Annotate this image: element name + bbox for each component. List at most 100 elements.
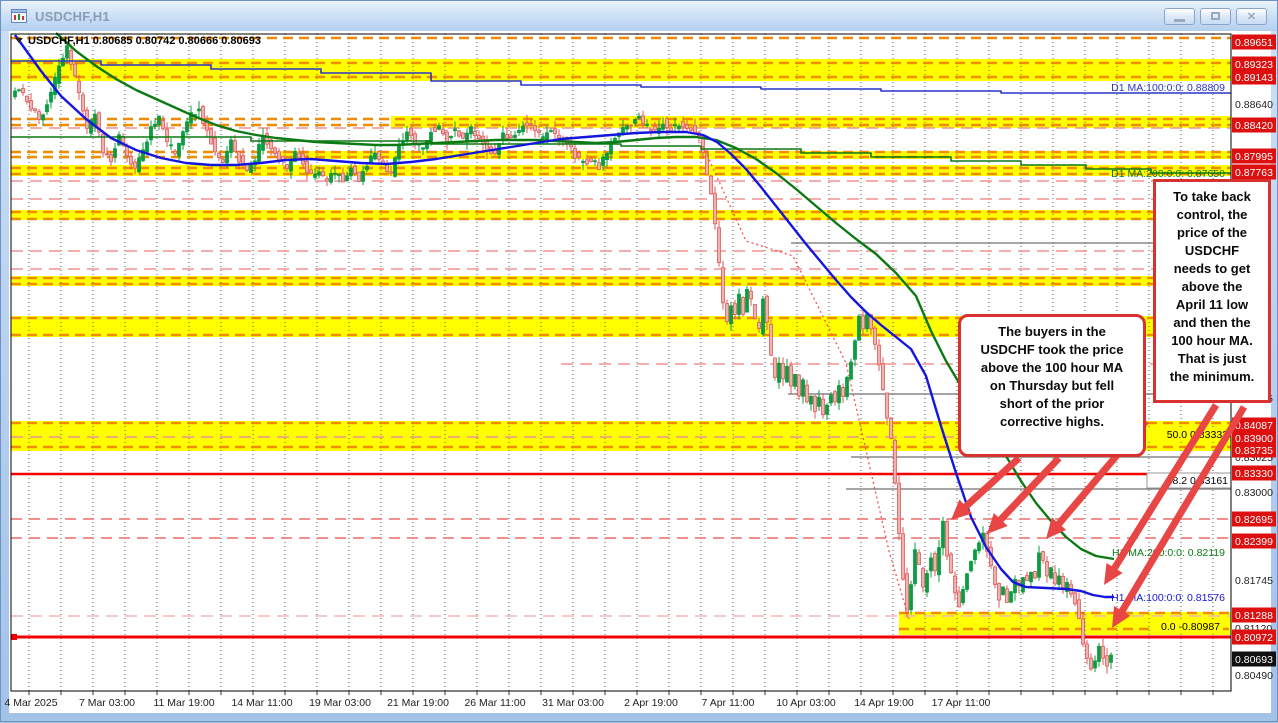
candle-body bbox=[946, 521, 949, 556]
time-axis-label: 7 Apr 11:00 bbox=[702, 697, 755, 709]
candle-body bbox=[962, 589, 965, 602]
candle-body bbox=[662, 124, 665, 129]
candle-body bbox=[958, 592, 961, 607]
candle-body bbox=[654, 126, 657, 130]
candle-body bbox=[334, 173, 337, 174]
candle-body bbox=[682, 122, 685, 127]
candle-body bbox=[882, 364, 885, 390]
candle-body bbox=[186, 122, 189, 132]
candle-body bbox=[1006, 589, 1009, 603]
candle-body bbox=[38, 112, 41, 120]
candle-body bbox=[818, 397, 821, 406]
candle-body bbox=[58, 66, 61, 83]
candle-body bbox=[1062, 576, 1065, 587]
candle-body bbox=[362, 171, 365, 181]
candle-body bbox=[914, 550, 917, 584]
candle-body bbox=[878, 345, 881, 365]
candle-body bbox=[970, 561, 973, 570]
candle-body bbox=[1054, 573, 1057, 584]
candle-body bbox=[978, 543, 981, 551]
time-axis-label: 14 Mar 11:00 bbox=[231, 697, 292, 709]
close-button[interactable]: ✕ bbox=[1236, 8, 1267, 25]
candle-body bbox=[782, 363, 785, 378]
candle-body bbox=[374, 153, 377, 159]
candle-body bbox=[394, 158, 397, 177]
candle-body bbox=[1082, 619, 1085, 644]
candle-body bbox=[518, 130, 521, 132]
candle-body bbox=[458, 131, 461, 136]
candle-body bbox=[710, 176, 713, 194]
candle-body bbox=[178, 143, 181, 156]
candle-body bbox=[650, 129, 653, 131]
candle-body bbox=[754, 304, 757, 318]
price-badge: 0.84087 bbox=[1235, 420, 1273, 432]
candle-body bbox=[62, 58, 65, 65]
chart-icon bbox=[11, 8, 27, 24]
candle-body bbox=[318, 172, 321, 175]
annotation-box-buyers[interactable]: The buyers in the USDCHF took the price … bbox=[958, 314, 1146, 457]
candle-body bbox=[950, 554, 953, 573]
candle-body bbox=[366, 166, 369, 169]
candle-body bbox=[822, 399, 825, 415]
candle-body bbox=[450, 136, 453, 137]
candle-body bbox=[138, 158, 141, 172]
candle-body bbox=[726, 304, 729, 322]
candle-body bbox=[274, 148, 277, 153]
candle-body bbox=[170, 145, 173, 146]
maximize-button[interactable] bbox=[1200, 8, 1231, 25]
candle-body bbox=[430, 132, 433, 141]
annotation-box-control[interactable]: To take back control, the price of the U… bbox=[1153, 179, 1271, 403]
candle-body bbox=[434, 128, 437, 132]
candle-body bbox=[510, 136, 513, 138]
candle-body bbox=[554, 129, 557, 134]
candle-body bbox=[478, 136, 481, 139]
price-badge: 0.82695 bbox=[1235, 514, 1273, 526]
price-axis-label: 0.88640 bbox=[1235, 99, 1273, 111]
candle-body bbox=[182, 132, 185, 145]
candle-body bbox=[894, 440, 897, 483]
candle-body bbox=[502, 133, 505, 140]
candle-body bbox=[830, 395, 833, 403]
candle-body bbox=[46, 105, 49, 112]
candle-body bbox=[1002, 587, 1005, 595]
candle-body bbox=[598, 163, 601, 170]
candle-body bbox=[442, 129, 445, 134]
candle-body bbox=[814, 396, 817, 411]
candle-body bbox=[642, 116, 645, 124]
candle-body bbox=[454, 129, 457, 131]
candle-body bbox=[778, 363, 781, 382]
candle-body bbox=[1042, 552, 1045, 561]
candle-body bbox=[678, 126, 681, 129]
candle-body bbox=[126, 147, 129, 156]
candle-body bbox=[18, 90, 21, 91]
candle-body bbox=[310, 170, 313, 174]
candle-body bbox=[998, 583, 1001, 600]
candle-body bbox=[938, 548, 941, 575]
candle-body bbox=[1010, 592, 1013, 602]
candle-body bbox=[706, 154, 709, 175]
candle-body bbox=[758, 322, 761, 328]
candle-body bbox=[330, 174, 333, 183]
time-axis-label: 14 Apr 19:00 bbox=[854, 697, 914, 709]
candle-body bbox=[218, 153, 221, 157]
candle-body bbox=[922, 568, 925, 587]
candle-body bbox=[470, 127, 473, 134]
candle-body bbox=[1098, 646, 1101, 661]
titlebar[interactable]: USDCHF,H1 ✕ bbox=[1, 1, 1277, 31]
candle-body bbox=[1074, 593, 1077, 604]
candle-body bbox=[462, 133, 465, 138]
candle-body bbox=[358, 172, 361, 181]
candle-body bbox=[410, 128, 413, 135]
time-axis-label: 4 Mar 2025 bbox=[4, 697, 57, 709]
candle-body bbox=[886, 393, 889, 418]
candle-body bbox=[810, 396, 813, 404]
minimize-button[interactable] bbox=[1164, 8, 1195, 25]
candle-body bbox=[994, 567, 997, 584]
candle-body bbox=[538, 131, 541, 133]
price-badge: 0.83330 bbox=[1235, 468, 1273, 480]
candle-body bbox=[762, 299, 765, 334]
candle-body bbox=[766, 296, 769, 322]
candle-body bbox=[446, 132, 449, 142]
candle-body bbox=[714, 193, 717, 224]
candle-body bbox=[790, 366, 793, 386]
